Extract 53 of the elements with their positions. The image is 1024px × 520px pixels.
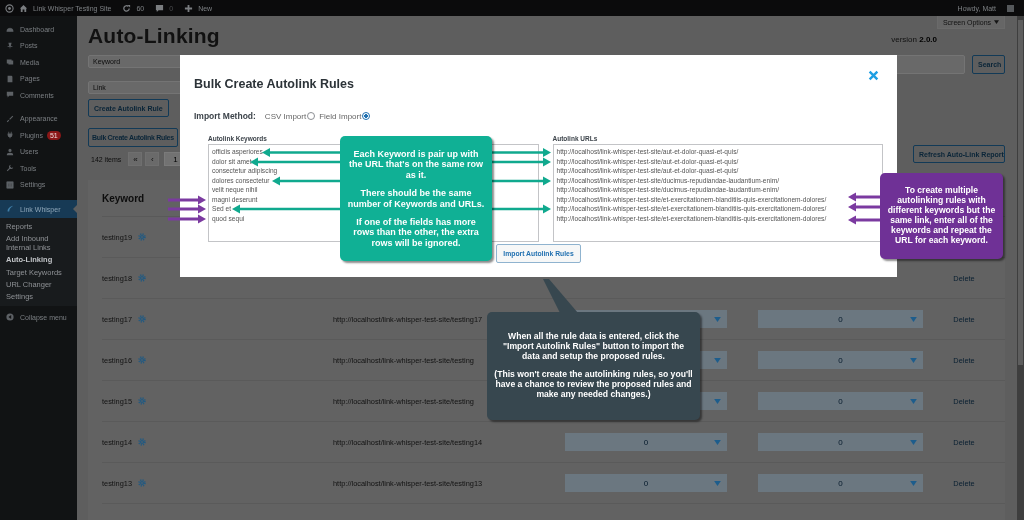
page-icon: [6, 74, 14, 83]
home-icon[interactable]: [19, 3, 28, 13]
caret-icon: [910, 357, 917, 363]
wrench-icon: [6, 164, 14, 173]
caret-icon: [910, 439, 917, 445]
caret-icon: [910, 480, 917, 486]
person-icon: [6, 147, 14, 156]
import-method-label: Import Method:: [194, 111, 256, 121]
dropdown[interactable]: 0: [758, 351, 923, 369]
arrow: [168, 214, 206, 224]
callout-text: When all the rule data is entered, click the "Import Autolink Rules" button to import the data and setup the proposed rules.: [501, 332, 686, 362]
close-icon[interactable]: [868, 70, 879, 81]
caret-icon: [714, 439, 721, 445]
dropdown[interactable]: 0: [758, 392, 923, 410]
callout-text: (This won't create the autolinking rules, so you'll have a chance to review the proposed rules and make any needed changes.): [493, 370, 694, 400]
pin-icon: [6, 41, 14, 50]
dropdown[interactable]: 0: [758, 433, 923, 451]
dropdown[interactable]: 0: [565, 433, 727, 451]
callout-text: Each Keyword is pair up with the URL that's on the same row as it.: [348, 149, 484, 181]
arrow: [168, 204, 206, 214]
caret-icon: [714, 316, 721, 322]
radio-option[interactable]: Field Import: [319, 111, 371, 121]
gauge-icon: [6, 25, 14, 34]
plus-icon[interactable]: [184, 3, 194, 13]
dropdown[interactable]: 0: [758, 474, 923, 492]
caret-icon: [714, 398, 721, 404]
radio-button[interactable]: [362, 112, 371, 120]
sync-icon[interactable]: [122, 3, 132, 13]
previous-page-button[interactable]: ‹: [145, 152, 160, 166]
column-header: Keyword: [102, 192, 145, 204]
first-page-button[interactable]: «: [128, 152, 143, 166]
plug-icon: [6, 131, 14, 140]
swoosh-icon: [6, 205, 14, 213]
caret-icon: [994, 20, 1000, 24]
callout-text: There should be the same number of Keywords and URLs.: [346, 188, 486, 209]
caret-icon: [714, 357, 721, 363]
page-title: Auto-Linking: [88, 24, 220, 49]
caret-icon: [714, 480, 721, 486]
speech-bubble-icon[interactable]: [155, 3, 165, 13]
logo-icon[interactable]: [5, 3, 14, 13]
photo-icon: [6, 58, 14, 67]
arrow: [168, 195, 206, 205]
version-text: version 2.0.0: [891, 35, 937, 44]
dropdown[interactable]: 0: [758, 310, 923, 328]
caret-icon: [910, 316, 917, 322]
scrollbar[interactable]: [1017, 16, 1024, 520]
avatar-icon[interactable]: [1007, 4, 1014, 12]
collapse-icon: [6, 313, 14, 322]
caret-icon: [910, 398, 917, 404]
callout-text: To create multiple autolinking rules with different keywords but the same link, enter all of the keywords and repeat the URL for each keyword.: [886, 186, 997, 246]
dropdown[interactable]: 0: [565, 474, 727, 492]
scrollbar-thumb[interactable]: [1018, 20, 1023, 365]
radio-option[interactable]: CSV Import: [264, 111, 316, 121]
